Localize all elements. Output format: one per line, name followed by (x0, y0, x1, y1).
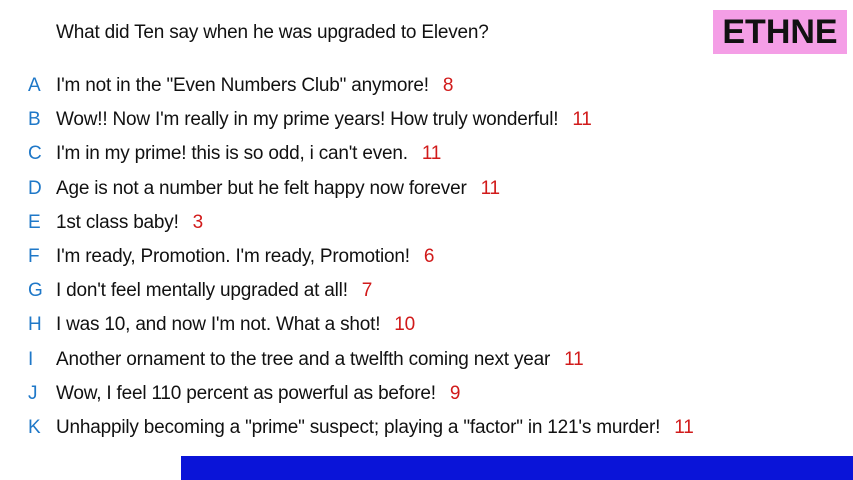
answer-letter: G (28, 280, 43, 302)
answer-score: 11 (421, 143, 442, 165)
answer-text-wrap: Another ornament to the tree and a twelf… (56, 348, 584, 371)
answer-text-wrap: 1st class baby! 3 (56, 212, 203, 234)
player-name: ETHNE (722, 12, 838, 51)
answer-letter: D (28, 177, 42, 199)
answer-text: Unhappily becoming a "prime" suspect; pl… (56, 416, 661, 438)
answer-text-wrap: Wow!! Now I'm really in my prime years! … (56, 109, 592, 131)
answer-text-wrap: I'm not in the "Even Numbers Club" anymo… (56, 75, 453, 97)
answer-letter: I (28, 348, 34, 370)
answer-text: I'm ready, Promotion. I'm ready, Promoti… (56, 246, 410, 268)
answer-score: 8 (442, 75, 454, 97)
answer-score: 11 (572, 109, 592, 131)
answer-text: Another ornament to the tree and a twelf… (56, 348, 551, 370)
answer-score: 11 (480, 177, 501, 199)
answer-score: 10 (394, 314, 416, 336)
answer-text-wrap: Age is not a number but he felt happy no… (56, 178, 500, 200)
answer-letter: H (28, 314, 42, 336)
answer-letter: K (28, 416, 41, 438)
answer-text-wrap: I'm in my prime! this is so odd, i can't… (56, 143, 441, 165)
answer-score: 11 (674, 416, 694, 438)
answer-text: I'm not in the "Even Numbers Club" anymo… (56, 75, 429, 97)
player-name-badge: ETHNE (713, 10, 847, 54)
answer-text: I don't feel mentally upgraded at all! (56, 280, 348, 302)
answer-row-j[interactable]: J Wow, I feel 110 percent as powerful as… (0, 377, 853, 411)
answer-row-d[interactable]: D Age is not a number but he felt happy … (0, 172, 853, 206)
answer-list: A I'm not in the "Even Numbers Club" any… (0, 69, 853, 445)
bottom-bar (181, 456, 853, 480)
answer-score: 11 (564, 348, 584, 370)
answer-letter: C (28, 143, 42, 165)
question-prompt: What did Ten say when he was upgraded to… (56, 22, 489, 43)
answer-row-h[interactable]: H I was 10, and now I'm not. What a shot… (0, 308, 853, 342)
answer-letter: J (28, 382, 38, 404)
answer-row-k[interactable]: K Unhappily becoming a "prime" suspect; … (0, 411, 853, 445)
answer-row-e[interactable]: E 1st class baby! 3 (0, 206, 853, 240)
answer-score: 7 (361, 280, 373, 302)
answer-row-c[interactable]: C I'm in my prime! this is so odd, i can… (0, 137, 853, 171)
answer-row-i[interactable]: I Another ornament to the tree and a twe… (0, 343, 853, 377)
answer-letter: E (28, 211, 41, 233)
answer-row-a[interactable]: A I'm not in the "Even Numbers Club" any… (0, 69, 853, 103)
answer-text: Age is not a number but he felt happy no… (56, 177, 467, 199)
answer-letter: A (28, 75, 41, 97)
answer-score: 3 (192, 211, 204, 233)
answer-text: 1st class baby! (56, 211, 179, 233)
answer-letter: F (28, 246, 40, 268)
answer-text: I'm in my prime! this is so odd, i can't… (56, 143, 408, 165)
answer-text-wrap: Unhappily becoming a "prime" suspect; pl… (56, 417, 694, 439)
answer-text-wrap: I'm ready, Promotion. I'm ready, Promoti… (56, 246, 434, 268)
answer-text: Wow, I feel 110 percent as powerful as b… (56, 382, 436, 404)
answer-row-b[interactable]: B Wow!! Now I'm really in my prime years… (0, 103, 853, 137)
answer-letter: B (28, 109, 41, 131)
answer-text-wrap: I was 10, and now I'm not. What a shot! 1… (56, 314, 415, 336)
answer-text-wrap: Wow, I feel 110 percent as powerful as b… (56, 383, 460, 405)
answer-score: 9 (449, 382, 461, 404)
answer-row-f[interactable]: F I'm ready, Promotion. I'm ready, Promo… (0, 240, 853, 274)
answer-text: I was 10, and now I'm not. What a shot! (56, 314, 381, 336)
answer-score: 6 (423, 246, 435, 268)
answer-text-wrap: I don't feel mentally upgraded at all! 7 (56, 280, 372, 302)
answer-text: Wow!! Now I'm really in my prime years! … (56, 109, 559, 131)
answer-row-g[interactable]: G I don't feel mentally upgraded at all!… (0, 274, 853, 308)
